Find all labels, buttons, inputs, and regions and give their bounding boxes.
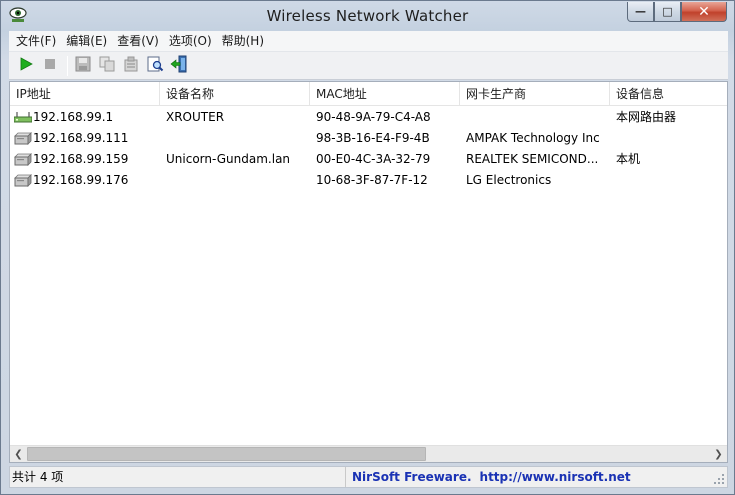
chevron-left-icon: ❮ [14, 448, 23, 460]
cell-vendor [466, 107, 610, 128]
cell-device-info [616, 170, 727, 191]
column-header-mac[interactable]: MAC地址 [310, 82, 460, 106]
close-button[interactable]: ✕ [681, 2, 727, 22]
table-row[interactable]: 192.168.99.111 98-3B-16-E4-F9-4B AMPAK T… [10, 128, 727, 149]
device-list[interactable]: IP地址 设备名称 MAC地址 网卡生产商 设备信息 192.168.99.1 … [9, 81, 728, 463]
credit-label: NirSoft Freeware. [352, 470, 472, 484]
scroll-left-button[interactable]: ❮ [10, 446, 27, 462]
find-icon [146, 55, 164, 76]
menu-bar: 文件(F) 编辑(E) 查看(V) 选项(O) 帮助(H) [9, 31, 728, 52]
menu-edit[interactable]: 编辑(E) [61, 31, 112, 52]
scroll-right-button[interactable]: ❯ [710, 446, 727, 462]
cell-mac: 98-3B-16-E4-F9-4B [316, 131, 430, 145]
table-row[interactable]: 192.168.99.176 10-68-3F-87-7F-12 LG Elec… [10, 170, 727, 191]
computer-icon [14, 153, 32, 166]
stop-icon [44, 58, 56, 73]
save-button[interactable] [72, 55, 94, 77]
nirsoft-link[interactable]: http://www.nirsoft.net [480, 470, 631, 484]
exit-button[interactable] [168, 55, 190, 77]
column-header-ip[interactable]: IP地址 [10, 82, 160, 106]
cell-device-name: Unicorn-Gundam.lan [166, 152, 291, 166]
find-button[interactable] [144, 55, 166, 77]
window-title: Wireless Network Watcher [266, 7, 469, 25]
cell-ip: 192.168.99.159 [33, 152, 129, 166]
cell-vendor: REALTEK SEMICOND... [466, 152, 599, 166]
cell-mac: 00-E0-4C-3A-32-79 [316, 152, 431, 166]
cell-ip: 192.168.99.176 [33, 173, 129, 187]
cell-device-info: 本机 [616, 152, 641, 166]
title-bar[interactable]: Wireless Network Watcher — □ ✕ [1, 1, 734, 31]
maximize-button[interactable]: □ [654, 2, 681, 22]
item-count: 共计 4 项 [10, 467, 346, 487]
list-header: IP地址 设备名称 MAC地址 网卡生产商 设备信息 [10, 82, 727, 106]
main-window: Wireless Network Watcher — □ ✕ 文件(F) 编辑(… [0, 0, 735, 495]
cell-vendor: AMPAK Technology Inc [466, 131, 600, 145]
menu-view[interactable]: 查看(V) [112, 31, 164, 52]
copy-icon [99, 56, 115, 75]
cell-mac: 10-68-3F-87-7F-12 [316, 173, 428, 187]
table-row[interactable]: 192.168.99.1 XROUTER 90-48-9A-79-C4-A8 本… [10, 107, 727, 128]
cell-device-info [616, 128, 727, 149]
start-scan-button[interactable] [15, 55, 37, 77]
router-icon [13, 111, 33, 124]
cell-mac: 90-48-9A-79-C4-A8 [316, 110, 431, 124]
status-bar: 共计 4 项 NirSoft Freeware. http://www.nirso… [9, 466, 728, 488]
exit-icon [170, 55, 188, 76]
column-header-vendor[interactable]: 网卡生产商 [460, 82, 610, 106]
computer-icon [14, 132, 32, 145]
save-icon [75, 56, 91, 75]
properties-icon [123, 56, 139, 75]
stop-scan-button[interactable] [39, 55, 61, 77]
horizontal-scrollbar[interactable]: ❮ ❯ [10, 445, 727, 462]
menu-file[interactable]: 文件(F) [11, 31, 61, 52]
computer-icon [14, 174, 32, 187]
scrollbar-thumb[interactable] [27, 447, 426, 461]
copy-button[interactable] [96, 55, 118, 77]
toolbar [9, 52, 728, 80]
column-header-device-info[interactable]: 设备信息 [610, 82, 727, 106]
window-controls: — □ ✕ [627, 2, 727, 22]
cell-device-name [166, 170, 310, 191]
menu-help[interactable]: 帮助(H) [217, 31, 269, 52]
table-row[interactable]: 192.168.99.159 Unicorn-Gundam.lan 00-E0-… [10, 149, 727, 170]
cell-vendor: LG Electronics [466, 173, 552, 187]
cell-ip: 192.168.99.1 [33, 110, 114, 124]
cell-device-name [166, 128, 310, 149]
resize-grip-icon[interactable] [713, 473, 725, 485]
cell-device-info: 本网路由器 [616, 110, 677, 124]
play-icon [19, 57, 33, 74]
cell-device-name: XROUTER [166, 110, 225, 124]
menu-options[interactable]: 选项(O) [164, 31, 217, 52]
maximize-icon: □ [662, 5, 673, 18]
close-icon: ✕ [698, 3, 710, 20]
column-header-device-name[interactable]: 设备名称 [160, 82, 310, 106]
cell-ip: 192.168.99.111 [33, 131, 129, 145]
credit-text: NirSoft Freeware. http://www.nirsoft.net [352, 467, 631, 487]
toolbar-separator [67, 55, 68, 76]
minimize-button[interactable]: — [627, 2, 654, 22]
minimize-icon: — [635, 5, 646, 18]
chevron-right-icon: ❯ [714, 448, 723, 460]
properties-button[interactable] [120, 55, 142, 77]
